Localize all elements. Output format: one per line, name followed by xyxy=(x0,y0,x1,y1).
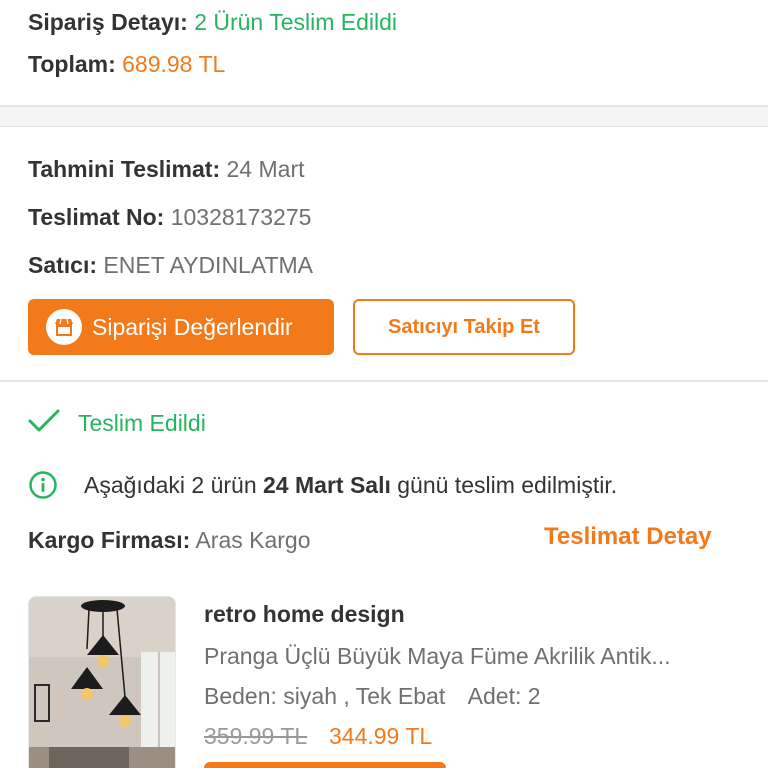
product-brand[interactable]: retro home design xyxy=(204,601,405,628)
size-value: siyah , Tek Ebat xyxy=(283,683,446,709)
seller-label: Satıcı: xyxy=(28,252,98,278)
delivery-info-row: Aşağıdaki 2 ürün 24 Mart Salı günü tesli… xyxy=(28,470,617,500)
seller-row: Satıcı: ENET AYDINLATMA xyxy=(28,252,313,279)
eta-row: Tahmini Teslimat: 24 Mart xyxy=(28,156,305,183)
cargo-row: Kargo Firması: Aras Kargo xyxy=(28,527,311,554)
order-detail-value: 2 Ürün Teslim Edildi xyxy=(194,9,398,35)
delivery-number-label: Teslimat No: xyxy=(28,204,165,230)
status-label: Teslim Edildi xyxy=(78,409,206,436)
size-label: Beden: xyxy=(204,683,277,709)
info-text: Aşağıdaki 2 ürün 24 Mart Salı günü tesli… xyxy=(84,472,617,499)
section-divider xyxy=(0,107,768,127)
eta-value: 24 Mart xyxy=(226,156,305,182)
delivery-detail-link[interactable]: Teslimat Detay xyxy=(544,523,712,551)
follow-seller-button[interactable]: Satıcıyı Takip Et xyxy=(353,299,575,355)
qty-label: Adet: xyxy=(467,683,522,709)
order-detail-row: Sipariş Detayı: 2 Ürün Teslim Edildi xyxy=(28,9,397,36)
info-date: 24 Mart Salı xyxy=(263,471,391,498)
product-image[interactable] xyxy=(28,596,176,768)
qty-value: 2 xyxy=(527,683,541,709)
follow-seller-label: Satıcıyı Takip Et xyxy=(388,315,540,338)
product-name[interactable]: Pranga Üçlü Büyük Maya Füme Akrilik Anti… xyxy=(204,643,726,670)
product-action-button[interactable] xyxy=(204,762,446,768)
old-price: 359.99 TL xyxy=(204,723,308,749)
rate-order-label: Siparişi Değerlendir xyxy=(92,313,293,340)
eta-label: Tahmini Teslimat: xyxy=(28,156,221,182)
info-circle-icon xyxy=(28,470,58,500)
cargo-value: Aras Kargo xyxy=(195,527,311,553)
new-price: 344.99 TL xyxy=(329,723,433,749)
rate-order-button[interactable]: Siparişi Değerlendir xyxy=(28,299,334,355)
delivery-number-row: Teslimat No: 10328173275 xyxy=(28,204,311,231)
cargo-label: Kargo Firması: xyxy=(28,527,191,553)
delivery-number-value: 10328173275 xyxy=(170,204,312,230)
order-summary-card: Sipariş Detayı: 2 Ürün Teslim Edildi Top… xyxy=(0,0,768,107)
seller-value[interactable]: ENET AYDINLATMA xyxy=(103,252,313,278)
delivery-status: Teslim Edildi xyxy=(28,405,206,441)
order-detail-label: Sipariş Detayı: xyxy=(28,9,188,35)
info-suffix: günü teslim edilmiştir. xyxy=(390,471,618,498)
order-total-value: 689.98 TL xyxy=(122,51,226,77)
order-total-row: Toplam: 689.98 TL xyxy=(28,51,225,78)
product-attributes: Beden: siyah , Tek Ebat Adet: 2 xyxy=(204,683,541,710)
order-total-label: Toplam: xyxy=(28,51,116,77)
info-prefix: Aşağıdaki 2 ürün xyxy=(84,471,264,498)
store-icon xyxy=(46,309,82,345)
check-icon xyxy=(28,408,60,439)
